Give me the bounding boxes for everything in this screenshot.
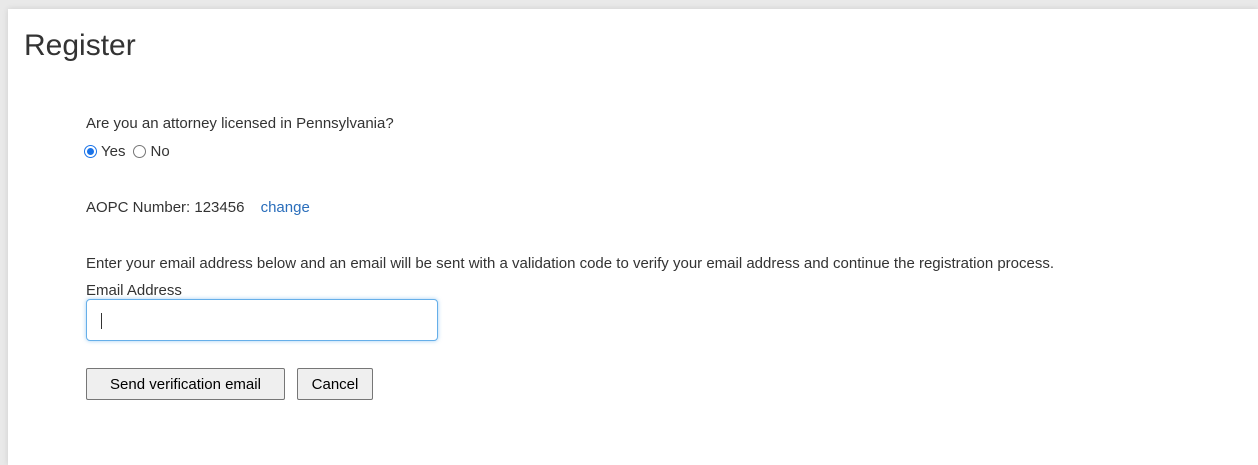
email-label: Email Address bbox=[86, 282, 182, 299]
aopc-number-row: AOPC Number: 123456 change bbox=[86, 199, 310, 216]
cancel-button[interactable]: Cancel bbox=[297, 368, 373, 400]
text-caret bbox=[101, 313, 102, 329]
page-title: Register bbox=[24, 29, 136, 62]
email-input[interactable] bbox=[86, 299, 438, 341]
radio-yes-label: Yes bbox=[101, 143, 126, 160]
change-aopc-link[interactable]: change bbox=[261, 199, 310, 216]
radio-no-label: No bbox=[150, 143, 170, 160]
email-instructions: Enter your email address below and an em… bbox=[86, 255, 1055, 272]
radio-option-no[interactable]: No bbox=[133, 143, 170, 160]
register-panel: Register Are you an attorney licensed in… bbox=[8, 9, 1258, 465]
attorney-question-label: Are you an attorney licensed in Pennsylv… bbox=[86, 115, 394, 132]
attorney-radio-group: Yes No bbox=[84, 143, 178, 160]
radio-yes-button[interactable] bbox=[84, 145, 97, 158]
aopc-number-text: AOPC Number: 123456 bbox=[86, 199, 245, 216]
radio-no-button[interactable] bbox=[133, 145, 147, 158]
radio-option-yes[interactable]: Yes bbox=[84, 143, 125, 160]
send-verification-button[interactable]: Send verification email bbox=[86, 368, 285, 400]
